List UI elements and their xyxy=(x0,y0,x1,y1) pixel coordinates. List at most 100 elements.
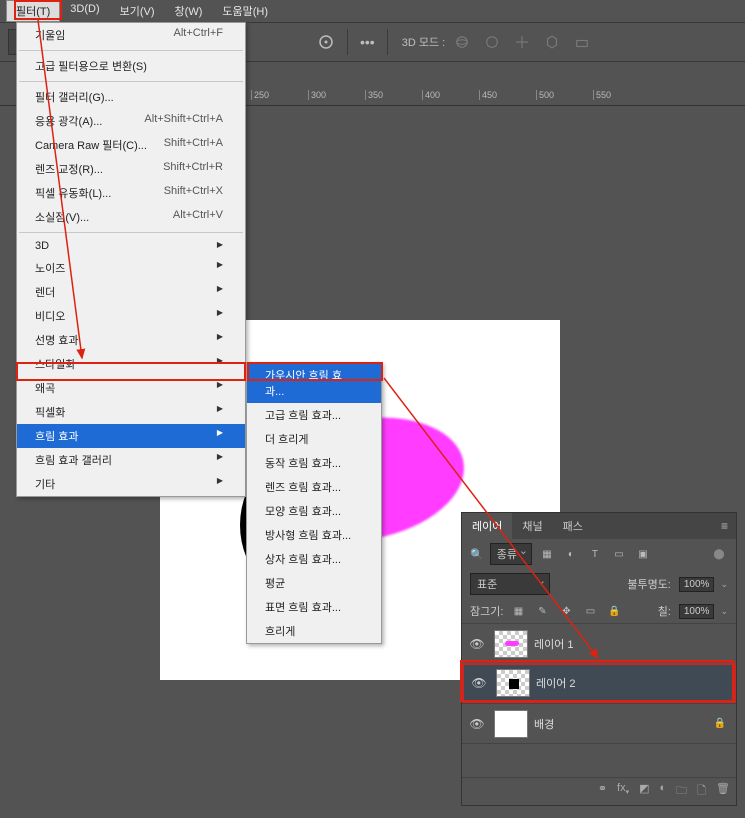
menu-item[interactable]: 3D xyxy=(17,236,245,256)
ruler-mark: 550 xyxy=(593,90,611,100)
panel-tabs: 레이어 채널 패스 ≡ xyxy=(462,513,736,539)
layer-row[interactable]: 👁 배경 🔒 xyxy=(462,703,736,743)
filter-toggle[interactable]: ⬤ xyxy=(710,546,728,562)
menu-item[interactable]: 노이즈 xyxy=(17,256,245,280)
visibility-eye-icon[interactable]: 👁 xyxy=(466,717,488,731)
submenu-item[interactable]: 상자 흐림 효과... xyxy=(247,547,381,571)
layer-thumbnail[interactable] xyxy=(494,630,528,658)
layer-name[interactable]: 배경 xyxy=(534,716,554,732)
orbit-icon[interactable] xyxy=(313,29,339,55)
tab-channels[interactable]: 채널 xyxy=(512,513,552,539)
menu-item[interactable]: Camera Raw 필터(C)...Shift+Ctrl+A xyxy=(17,133,245,157)
menu-item[interactable]: 렌즈 교정(R)...Shift+Ctrl+R xyxy=(17,157,245,181)
menu-item[interactable]: 기울임Alt+Ctrl+F xyxy=(17,23,245,47)
3d-slide-icon[interactable] xyxy=(539,29,565,55)
submenu-item[interactable]: 렌즈 흐림 효과... xyxy=(247,475,381,499)
lock-pixels-icon[interactable]: ▦ xyxy=(509,603,527,619)
panel-menu-icon[interactable]: ≡ xyxy=(713,514,736,538)
opacity-value[interactable]: 100% xyxy=(679,577,715,592)
trash-icon[interactable]: 🗑 xyxy=(716,782,730,801)
3d-move-icon[interactable] xyxy=(509,29,535,55)
layer-row[interactable]: 👁 레이어 2 xyxy=(462,663,736,703)
submenu-item[interactable]: 고급 흐림 효과... xyxy=(247,403,381,427)
layer-thumbnail[interactable] xyxy=(496,669,530,697)
visibility-eye-icon[interactable]: 👁 xyxy=(466,637,488,651)
lock-all-icon[interactable]: 🔒 xyxy=(605,603,623,619)
menubar: 필터(T) 3D(D) 보기(V) 창(W) 도움말(H) xyxy=(0,0,745,22)
mask-icon[interactable]: ◩ xyxy=(639,782,649,801)
submenu-item[interactable]: 모양 흐림 효과... xyxy=(247,499,381,523)
menu-item[interactable]: 기타 xyxy=(17,472,245,496)
menu-help[interactable]: 도움말(H) xyxy=(212,0,278,22)
ruler-mark: 300 xyxy=(308,90,326,100)
menu-item[interactable]: 흐림 효과 xyxy=(17,424,245,448)
tab-layers[interactable]: 레이어 xyxy=(462,513,512,539)
panel-footer: ⚭ fx▾ ◩ ◐ 🗀 🗋 🗑 xyxy=(462,777,736,805)
menu-item[interactable]: 스타일화 xyxy=(17,352,245,376)
visibility-eye-icon[interactable]: 👁 xyxy=(468,676,490,690)
menu-item[interactable]: 렌더 xyxy=(17,280,245,304)
submenu-item[interactable]: 동작 흐림 효과... xyxy=(247,451,381,475)
menu-window[interactable]: 창(W) xyxy=(165,0,213,22)
filter-pixel-icon[interactable]: ▦ xyxy=(538,546,556,562)
layer-list: 👁 레이어 1 👁 레이어 2 👁 배경 🔒 xyxy=(462,623,736,743)
link-icon[interactable]: ⚭ xyxy=(598,782,607,801)
filter-type-select[interactable]: 종류 xyxy=(490,543,532,565)
layer-thumbnail[interactable] xyxy=(494,710,528,738)
menu-3d[interactable]: 3D(D) xyxy=(60,0,109,22)
filter-type-icon[interactable]: T xyxy=(586,546,604,562)
blur-submenu[interactable]: 가우시안 흐림 효과...고급 흐림 효과...더 흐리게동작 흐림 효과...… xyxy=(246,362,382,644)
submenu-item[interactable]: 방사형 흐림 효과... xyxy=(247,523,381,547)
menu-item[interactable]: 픽셀화 xyxy=(17,400,245,424)
lock-move-icon[interactable]: ✥ xyxy=(557,603,575,619)
3d-orbit-icon[interactable] xyxy=(449,29,475,55)
menu-item[interactable]: 응용 광각(A)...Alt+Shift+Ctrl+A xyxy=(17,109,245,133)
submenu-item[interactable]: 평균 xyxy=(247,571,381,595)
dots-icon[interactable]: ••• xyxy=(356,30,379,54)
lock-label: 잠그기: xyxy=(470,603,503,619)
menu-item[interactable]: 왜곡 xyxy=(17,376,245,400)
search-icon: 🔍 xyxy=(470,548,484,561)
submenu-item[interactable]: 흐리게 xyxy=(247,619,381,643)
lock-icon: 🔒 xyxy=(714,718,732,729)
submenu-item[interactable]: 가우시안 흐림 효과... xyxy=(247,363,381,403)
mode-label: 3D 모드 : xyxy=(402,34,445,50)
ruler-mark: 450 xyxy=(479,90,497,100)
menu-item[interactable]: 흐림 효과 갤러리 xyxy=(17,448,245,472)
group-icon[interactable]: 🗀 xyxy=(676,782,687,801)
submenu-item[interactable]: 표면 흐림 효과... xyxy=(247,595,381,619)
menu-item[interactable]: 필터 갤러리(G)... xyxy=(17,85,245,109)
blend-mode-select[interactable]: 표준 xyxy=(470,573,550,595)
filter-shape-icon[interactable]: ▭ xyxy=(610,546,628,562)
menu-item[interactable]: 선명 효과 xyxy=(17,328,245,352)
new-layer-icon[interactable]: 🗋 xyxy=(697,782,706,801)
opacity-label: 불투명도: xyxy=(627,576,671,592)
tab-paths[interactable]: 패스 xyxy=(553,513,593,539)
menu-item[interactable]: 픽셀 유동화(L)...Shift+Ctrl+X xyxy=(17,181,245,205)
layer-row[interactable]: 👁 레이어 1 xyxy=(462,623,736,663)
menu-item[interactable]: 고급 필터용으로 변환(S) xyxy=(17,54,245,78)
layer-name[interactable]: 레이어 2 xyxy=(536,675,576,691)
ruler-mark: 350 xyxy=(365,90,383,100)
menu-item[interactable]: 비디오 xyxy=(17,304,245,328)
ruler-mark: 400 xyxy=(422,90,440,100)
filter-adjust-icon[interactable]: ◐ xyxy=(562,546,580,562)
divider xyxy=(387,29,388,55)
menu-view[interactable]: 보기(V) xyxy=(110,0,165,22)
menu-item[interactable]: 소실점(V)...Alt+Ctrl+V xyxy=(17,205,245,229)
layers-panel: 레이어 채널 패스 ≡ 🔍 종류 ▦ ◐ T ▭ ▣ ⬤ 표준 불투명도: 10… xyxy=(461,512,737,806)
lock-artboard-icon[interactable]: ▭ xyxy=(581,603,599,619)
filter-menu[interactable]: 기울임Alt+Ctrl+F 고급 필터용으로 변환(S) 필터 갤러리(G)...응… xyxy=(16,22,246,497)
menu-filter[interactable]: 필터(T) xyxy=(6,0,60,22)
filter-smart-icon[interactable]: ▣ xyxy=(634,546,652,562)
3d-scale-icon[interactable] xyxy=(569,29,595,55)
adjustment-icon[interactable]: ◐ xyxy=(660,782,667,801)
fill-value[interactable]: 100% xyxy=(679,604,715,619)
3d-roll-icon[interactable] xyxy=(479,29,505,55)
divider xyxy=(347,29,348,55)
submenu-item[interactable]: 더 흐리게 xyxy=(247,427,381,451)
lock-position-icon[interactable]: ✎ xyxy=(533,603,551,619)
layer-name[interactable]: 레이어 1 xyxy=(534,636,574,652)
ruler-mark: 500 xyxy=(536,90,554,100)
fx-icon[interactable]: fx▾ xyxy=(617,782,629,801)
